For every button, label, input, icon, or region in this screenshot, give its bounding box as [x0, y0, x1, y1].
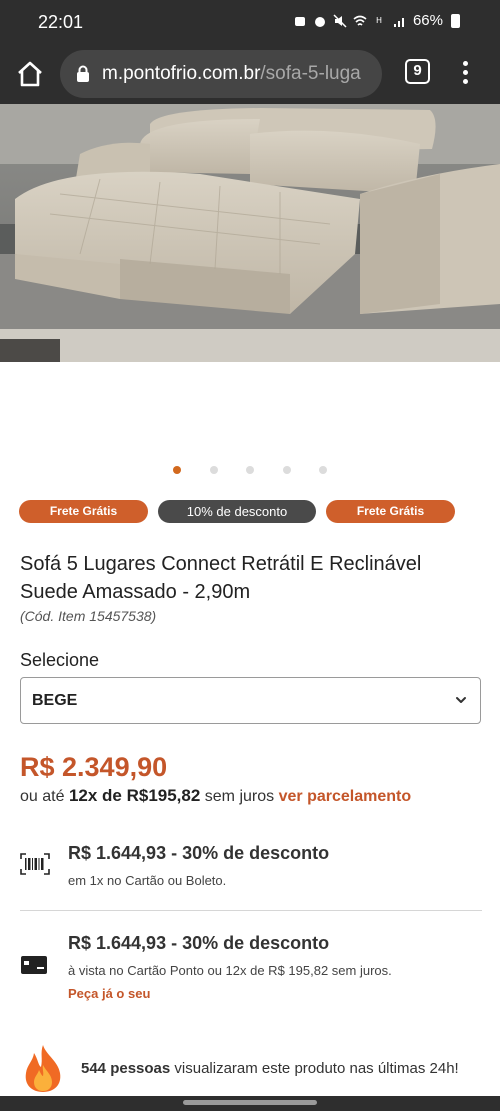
svg-text:H: H: [376, 16, 382, 25]
product-image[interactable]: [0, 104, 500, 365]
barcode-icon: [20, 853, 50, 875]
battery-icon: [451, 13, 460, 28]
url-text: m.pontofrio.com.br/sofa-5-luga: [102, 63, 361, 85]
wifi-icon: [353, 15, 367, 26]
menu-icon[interactable]: [455, 58, 475, 88]
viewers-text: 544 pessoas visualizaram este produto na…: [81, 1060, 459, 1077]
carousel-dot[interactable]: [319, 466, 327, 474]
tab-switcher-button[interactable]: 9: [405, 59, 430, 84]
credit-card-icon: [21, 956, 47, 974]
network-icon: H: [376, 16, 382, 25]
payment-option-subtitle: em 1x no Cartão ou Boleto.: [68, 873, 227, 888]
fire-icon: [25, 1045, 61, 1092]
order-card-link[interactable]: Peça já o seu: [68, 986, 150, 1001]
carousel-dot[interactable]: [246, 466, 254, 474]
alarm-icon: [314, 16, 325, 27]
payment-option-title: R$ 1.644,93 - 30% de desconto: [68, 933, 330, 953]
installments-suffix: sem juros: [204, 788, 275, 805]
viewers-message: visualizaram este produto nas últimas 24…: [170, 1060, 459, 1077]
status-bar: 22:01 H 66%: [0, 0, 500, 46]
url-domain: m.pontofrio.com.br: [102, 63, 261, 84]
product-price: R$ 2.349,90: [20, 752, 168, 782]
installments-link[interactable]: ver parcelamento: [279, 788, 412, 805]
viewers-count: 544 pessoas: [81, 1060, 171, 1077]
home-gesture-handle[interactable]: [183, 1100, 317, 1105]
url-path: /sofa-5-luga: [260, 63, 361, 84]
payment-option-title: R$ 1.644,93 - 30% de desconto: [68, 843, 330, 863]
viewers-notice: 544 pessoas visualizaram este produto na…: [20, 1043, 490, 1093]
carousel-dot[interactable]: [283, 466, 291, 474]
selected-color: BEGE: [32, 692, 78, 709]
variant-label: Selecione: [20, 650, 100, 670]
chevron-down-icon: [456, 697, 466, 703]
installments-text: ou até 12x de R$195,82 sem juros ver par…: [20, 786, 411, 806]
color-select[interactable]: BEGE: [20, 677, 481, 724]
payment-option-card: R$ 1.644,93 - 30% de desconto à vista no…: [20, 933, 482, 1003]
status-icons: H 66%: [293, 12, 460, 29]
lock-icon: [77, 65, 89, 82]
product-title: Sofá 5 Lugares Connect Retrátil E Reclin…: [20, 553, 422, 603]
carousel-dot[interactable]: [173, 466, 181, 474]
system-nav-bar: [0, 1096, 500, 1111]
signal-icon: [393, 17, 404, 27]
installments-prefix: ou até: [20, 788, 65, 805]
product-code: (Cód. Item 15457538): [20, 608, 157, 624]
status-time: 22:01: [38, 12, 84, 32]
free-shipping-badge: Frete Grátis: [326, 500, 455, 523]
home-icon[interactable]: [14, 58, 46, 90]
mute-icon: [333, 13, 347, 28]
payment-option-subtitle: à vista no Cartão Ponto ou 12x de R$ 195…: [68, 963, 392, 978]
discount-badge: 10% de desconto: [158, 500, 316, 523]
divider: [20, 910, 482, 911]
payment-option-boleto: R$ 1.644,93 - 30% de desconto em 1x no C…: [20, 843, 482, 893]
battery-percent: 66%: [412, 12, 443, 29]
installments-value: 12x de R$195,82: [68, 786, 201, 805]
carousel-dot[interactable]: [210, 466, 218, 474]
free-shipping-badge: Frete Grátis: [19, 500, 148, 523]
carousel-dots: [0, 466, 500, 476]
address-bar[interactable]: m.pontofrio.com.br/sofa-5-luga: [60, 50, 382, 98]
notification-icon: [294, 16, 305, 26]
browser-toolbar: m.pontofrio.com.br/sofa-5-luga 9: [0, 46, 500, 104]
